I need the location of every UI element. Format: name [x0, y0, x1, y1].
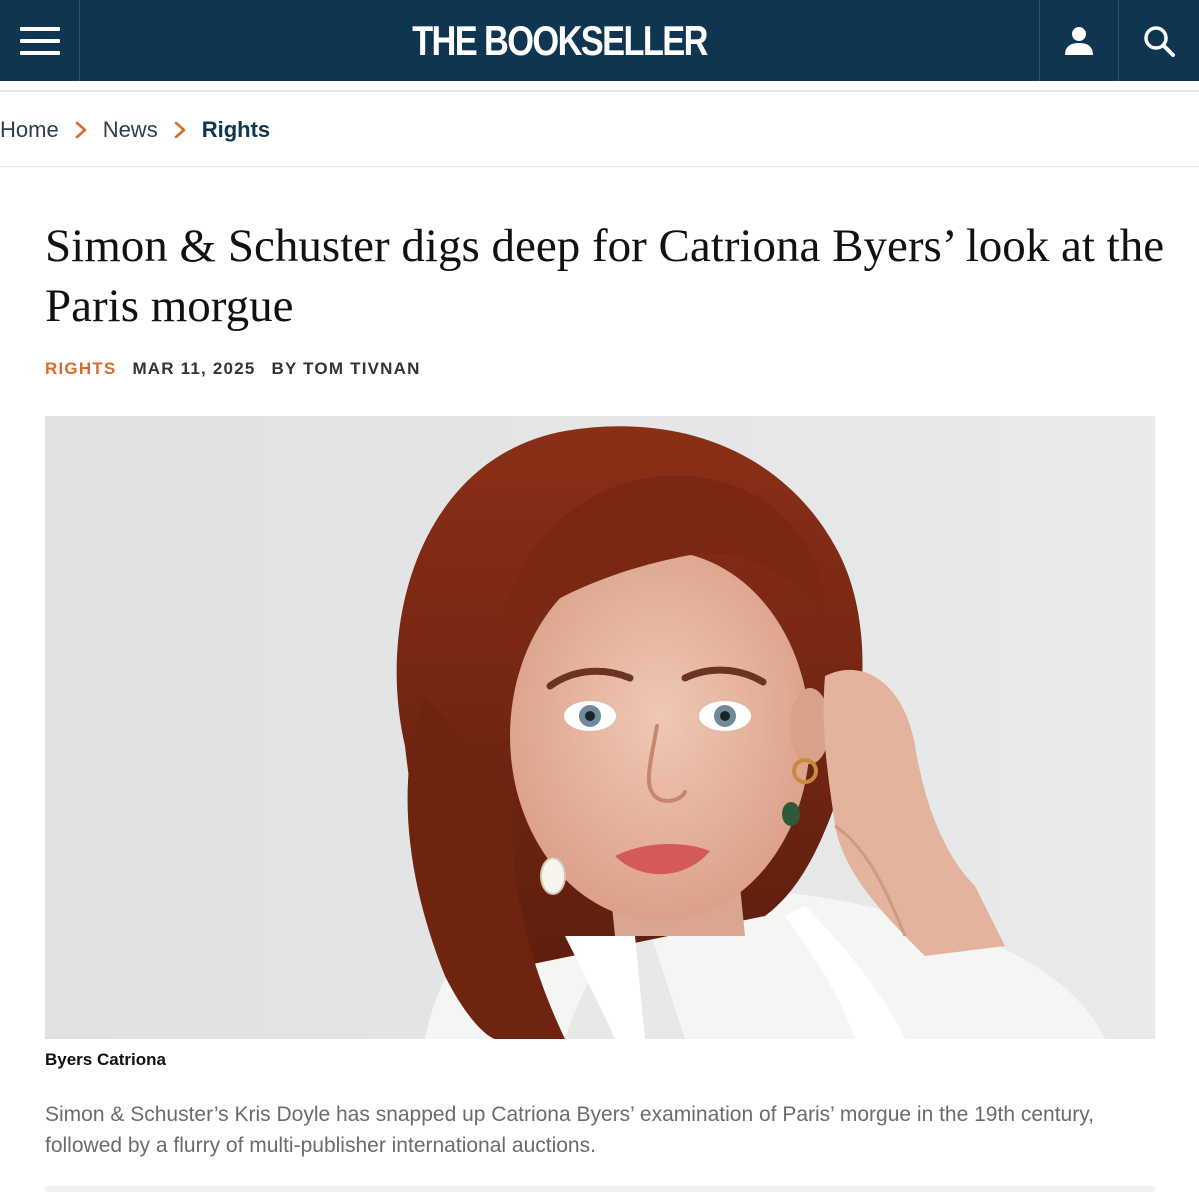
breadcrumb: Home News Rights — [0, 114, 270, 146]
site-header: THE BOOKSELLER — [0, 0, 1199, 81]
header-divider — [0, 90, 1199, 92]
search-button[interactable] — [1118, 0, 1199, 81]
article-category-link[interactable]: RIGHTS — [45, 359, 116, 379]
site-logo[interactable]: THE BOOKSELLER — [166, 0, 952, 81]
user-icon — [1065, 26, 1093, 55]
breadcrumb-home[interactable]: Home — [0, 117, 59, 143]
account-button[interactable] — [1039, 0, 1118, 81]
hamburger-menu-icon — [19, 26, 60, 55]
article-standfirst: Simon & Schuster’s Kris Doyle has snappe… — [45, 1103, 1094, 1157]
menu-button[interactable] — [0, 0, 80, 81]
chevron-right-icon — [158, 121, 202, 139]
image-caption: Byers Catriona — [45, 1050, 166, 1069]
article-hero-image — [45, 416, 1155, 1039]
breadcrumb-news[interactable]: News — [103, 117, 158, 143]
content-divider — [45, 1186, 1155, 1192]
article-date: MAR 11, 2025 — [132, 359, 256, 378]
breadcrumb-divider — [0, 166, 1199, 167]
search-icon — [1144, 25, 1175, 57]
article-byline: BY TOM TIVNAN — [271, 359, 421, 378]
article-title: Simon & Schuster digs deep for Catriona … — [45, 220, 1165, 332]
article-meta: RIGHTS MAR 11, 2025 BY TOM TIVNAN — [45, 358, 421, 380]
breadcrumb-rights[interactable]: Rights — [202, 117, 270, 143]
chevron-right-icon — [59, 121, 103, 139]
